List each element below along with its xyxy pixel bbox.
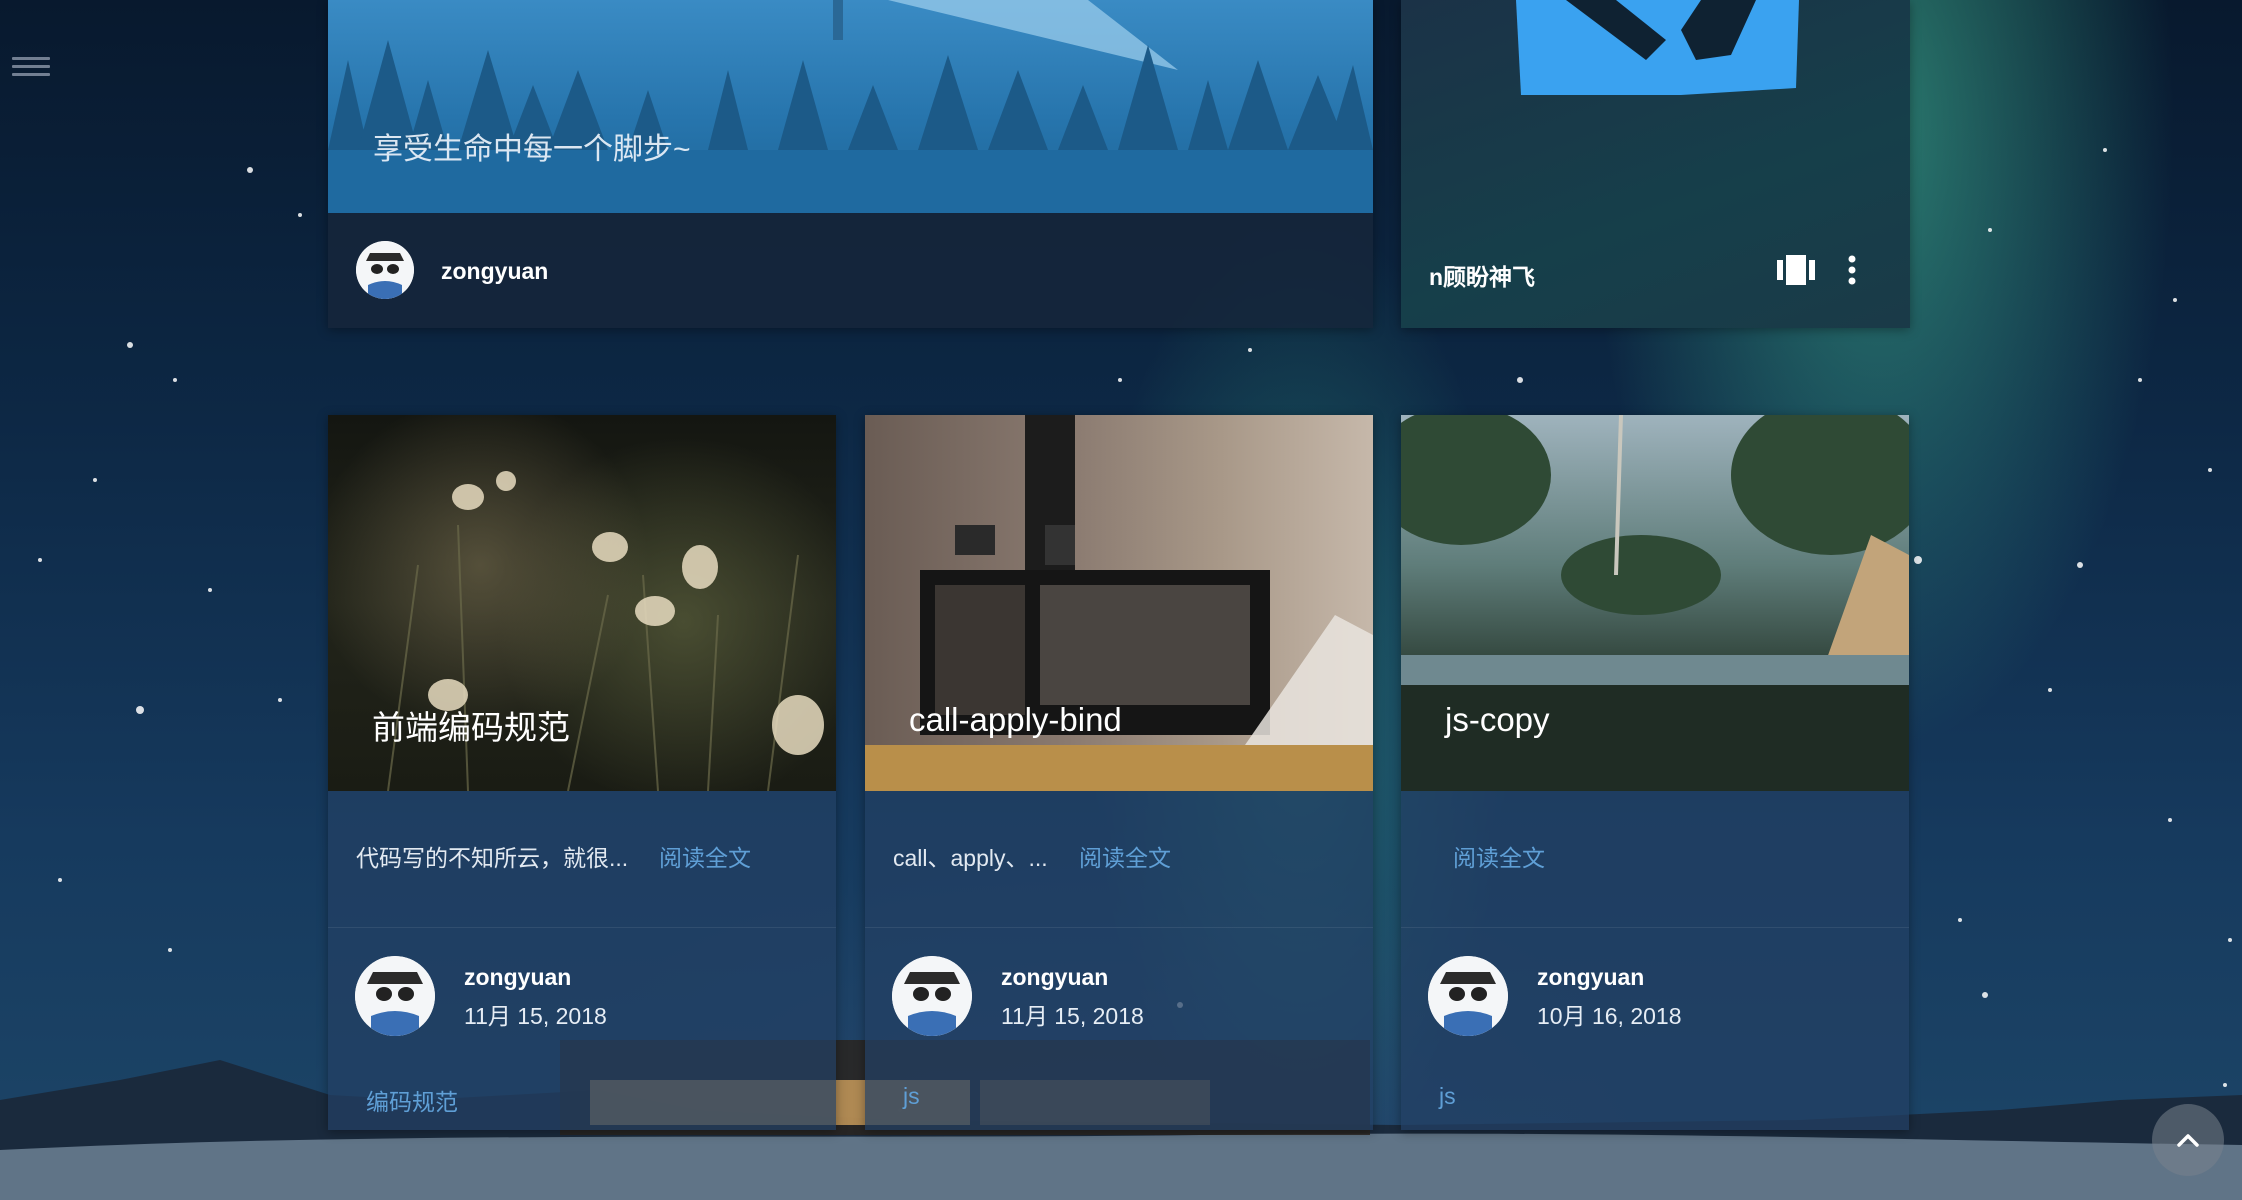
author-card: n顾盼神飞: [1401, 0, 1910, 328]
forest-illustration: [328, 0, 1373, 213]
author-name[interactable]: zongyuan: [1537, 964, 1644, 991]
read-more-link[interactable]: 阅读全文: [1079, 839, 1171, 873]
post-body: 代码写的不知所云，就很... 阅读全文 zongyuan 11月 15, 201…: [328, 791, 836, 1130]
panda-avatar-icon: [356, 241, 414, 299]
avatar[interactable]: [355, 956, 435, 1036]
author-card-footer: n顾盼神飞: [1401, 213, 1910, 328]
avatar[interactable]: [356, 241, 414, 299]
post-body: call、apply、... 阅读全文 zongyuan 11月 15, 201…: [865, 791, 1373, 1130]
dota-logo-icon: [1516, 0, 1799, 95]
author-name[interactable]: zongyuan: [441, 258, 548, 285]
panda-avatar-icon: [355, 956, 435, 1036]
avatar[interactable]: [892, 956, 972, 1036]
post-excerpt: call、apply、...: [893, 845, 1048, 871]
panda-avatar-icon: [892, 956, 972, 1036]
divider: [865, 927, 1373, 928]
post-card[interactable]: 前端编码规范 代码写的不知所云，就很... 阅读全文 zongyuan 11月 …: [328, 415, 836, 1130]
post-title[interactable]: call-apply-bind: [909, 701, 1122, 739]
chevron-up-icon: [2177, 1134, 2199, 1147]
scroll-to-top-button[interactable]: [2152, 1104, 2224, 1176]
read-more-link[interactable]: 阅读全文: [659, 839, 751, 873]
featured-post-caption: 享受生命中每一个脚步~: [373, 133, 691, 166]
tag-link[interactable]: js: [903, 1083, 920, 1110]
post-title[interactable]: 前端编码规范: [372, 701, 570, 749]
author-nickname: n顾盼神飞: [1429, 264, 1536, 290]
divider: [1401, 927, 1909, 928]
featured-post-footer: zongyuan: [328, 213, 1373, 328]
read-more-link[interactable]: 阅读全文: [1453, 839, 1545, 873]
post-card[interactable]: call-apply-bind call、apply、... 阅读全文 zong…: [865, 415, 1373, 1130]
menu-icon: [12, 57, 50, 60]
featured-post-image: 享受生命中每一个脚步~: [328, 0, 1373, 213]
post-card[interactable]: js-copy 阅读全文 zongyuan 10月 16, 2018 js: [1401, 415, 1909, 1130]
post-excerpt: 代码写的不知所云，就很...: [356, 845, 629, 871]
author-name[interactable]: zongyuan: [464, 964, 571, 991]
tag-link[interactable]: 编码规范: [366, 1083, 458, 1117]
tag-link[interactable]: js: [1439, 1083, 1456, 1110]
more-vert-icon[interactable]: [1845, 255, 1859, 285]
menu-button[interactable]: [12, 52, 50, 82]
divider: [328, 927, 836, 928]
carousel-icon[interactable]: [1777, 255, 1815, 285]
post-date: 11月 15, 2018: [1001, 1003, 1144, 1029]
avatar[interactable]: [1428, 956, 1508, 1036]
post-body: 阅读全文 zongyuan 10月 16, 2018 js: [1401, 791, 1909, 1130]
post-cover-image: 前端编码规范: [328, 415, 836, 792]
post-cover-image: js-copy: [1401, 415, 1909, 791]
panda-avatar-icon: [1428, 956, 1508, 1036]
post-date: 10月 16, 2018: [1537, 1003, 1682, 1029]
author-name[interactable]: zongyuan: [1001, 964, 1108, 991]
post-date: 11月 15, 2018: [464, 1003, 607, 1029]
post-cover-image: call-apply-bind: [865, 415, 1373, 791]
post-title[interactable]: js-copy: [1445, 701, 1550, 739]
featured-post-card[interactable]: 享受生命中每一个脚步~ zongyuan: [328, 0, 1373, 328]
